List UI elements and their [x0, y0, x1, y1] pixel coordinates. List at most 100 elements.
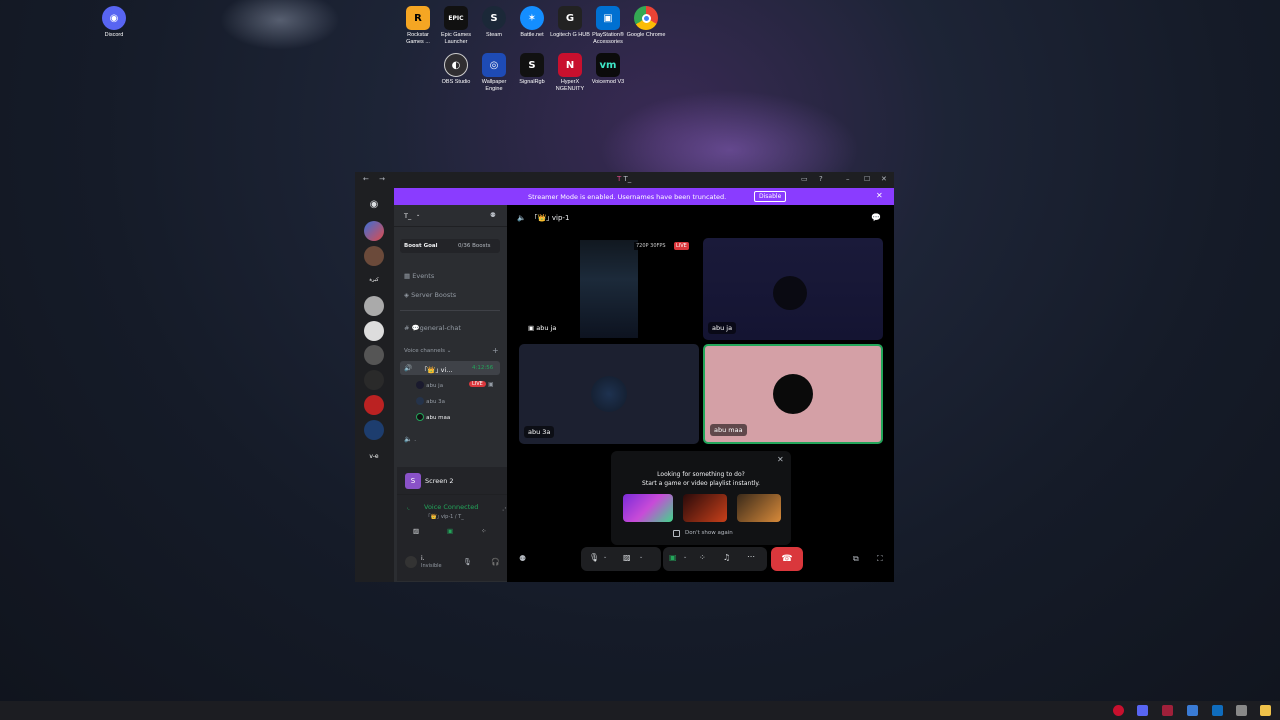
- close-button[interactable]: ✕: [881, 175, 887, 183]
- desktop-icon-hyperx[interactable]: N HyperX NGENUITY: [550, 53, 590, 93]
- minimize-button[interactable]: –: [846, 175, 850, 183]
- server-list: ◉ كبرة v-e: [355, 188, 394, 582]
- soundboard-icon[interactable]: ♫: [723, 553, 730, 562]
- wallpaper-engine-icon: ◎: [482, 53, 506, 77]
- activities-icon[interactable]: ⁘: [699, 553, 706, 562]
- headphones-icon[interactable]: 🎧: [491, 558, 500, 566]
- logitech-icon: G: [558, 6, 582, 30]
- desktop-icon-epic[interactable]: EPIC Epic Games Launcher: [436, 6, 476, 46]
- server-icon[interactable]: v-e: [364, 446, 384, 466]
- chat-icon[interactable]: 💬: [871, 213, 881, 222]
- screen-share-active-icon[interactable]: ▣: [447, 527, 453, 535]
- voice-channel-2[interactable]: 🔈 .: [404, 435, 416, 443]
- taskbar-icon[interactable]: [1212, 705, 1223, 716]
- activity-prompt: ✕ Looking for something to do? Start a g…: [611, 451, 791, 545]
- close-banner-icon[interactable]: ✕: [876, 191, 883, 200]
- server-boosts-link[interactable]: ◈ Server Boosts: [404, 291, 456, 299]
- live-badge: LIVE: [674, 242, 689, 250]
- hashtag-icon: #: [404, 324, 410, 332]
- window-title: T T_: [617, 175, 632, 183]
- taskbar-icon[interactable]: [1162, 705, 1173, 716]
- server-icon[interactable]: [364, 420, 384, 440]
- hyperx-icon: N: [558, 53, 582, 77]
- server-icon[interactable]: كبرة: [364, 270, 384, 290]
- disconnect-button[interactable]: ☎: [771, 547, 803, 571]
- inbox-icon[interactable]: ▭: [801, 175, 808, 183]
- desktop-icon-logitech[interactable]: G Logitech G HUB: [550, 6, 590, 39]
- checkbox[interactable]: [673, 530, 680, 537]
- invite-icon[interactable]: ⚉: [519, 554, 526, 563]
- desktop-icon-playstation[interactable]: ▣ PlayStation® Accessories: [588, 6, 628, 46]
- call-controls-left: 🎙 ⌄ ▨ ⌄: [581, 547, 661, 571]
- video-tile[interactable]: 720P 30FPS LIVE ▣ abu ja: [519, 238, 699, 340]
- events-link[interactable]: ▦ Events: [404, 272, 434, 280]
- server-icon[interactable]: [364, 370, 384, 390]
- desktop-icon-rockstar[interactable]: R Rockstar Games ...: [398, 6, 438, 46]
- activity-thumbnail[interactable]: [737, 494, 781, 522]
- desktop-icon-battlenet[interactable]: ✶ Battle.net: [512, 6, 552, 39]
- chevron-down-icon[interactable]: ⌄: [603, 554, 607, 560]
- server-icon[interactable]: [364, 221, 384, 241]
- disable-button[interactable]: Disable: [754, 191, 787, 202]
- server-icon[interactable]: [364, 321, 384, 341]
- voice-category[interactable]: Voice channels ⌄: [404, 348, 451, 354]
- activities-icon[interactable]: ⁘: [481, 527, 486, 535]
- steam-icon: S: [482, 6, 506, 30]
- desktop-icon-voicemod[interactable]: vm Voicemod V3: [588, 53, 628, 86]
- voice-member[interactable]: abu ja LIVE ▣: [416, 381, 494, 389]
- taskbar-icon[interactable]: [1187, 705, 1198, 716]
- close-icon[interactable]: ✕: [777, 455, 784, 464]
- add-channel-icon[interactable]: +: [492, 346, 499, 355]
- taskbar-icon[interactable]: [1236, 705, 1247, 716]
- fullscreen-icon[interactable]: ⛶: [877, 554, 883, 564]
- boost-goal[interactable]: Boost Goal 0/36 Boosts: [400, 239, 500, 253]
- chevron-down-icon[interactable]: ⌄: [683, 554, 687, 560]
- background-glow: [220, 0, 340, 50]
- speaker-icon: 🔈: [404, 435, 413, 443]
- desktop-icon-chrome[interactable]: Google Chrome: [626, 6, 666, 39]
- microphone-icon[interactable]: 🎙: [589, 553, 599, 562]
- discord-home-icon[interactable]: ◉: [364, 194, 384, 214]
- server-icon[interactable]: [364, 246, 384, 266]
- speaker-icon: 🔈: [517, 214, 526, 222]
- voice-member[interactable]: abu maa: [416, 413, 450, 421]
- voice-member[interactable]: abu 3a: [416, 397, 445, 405]
- help-icon[interactable]: ?: [819, 175, 823, 183]
- server-icon[interactable]: [364, 395, 384, 415]
- desktop-icon-discord[interactable]: ◉ Discord: [94, 6, 134, 39]
- chevron-down-icon[interactable]: ⌄: [639, 554, 643, 560]
- more-options-icon[interactable]: ⋯: [747, 552, 755, 561]
- video-tile[interactable]: abu ja: [703, 238, 883, 340]
- desktop-icon-steam[interactable]: S Steam: [474, 6, 514, 39]
- server-icon[interactable]: [364, 296, 384, 316]
- call-view: 🔈 ｢👑｣ vip-1 💬 720P 30FPS LIVE ▣ abu ja a…: [507, 205, 894, 582]
- server-header[interactable]: T_ ⌄ ⚉: [394, 205, 507, 227]
- screen-icon: ▣: [528, 324, 535, 332]
- add-member-icon[interactable]: ⚉: [490, 211, 496, 219]
- camera-off-icon[interactable]: ▨: [623, 553, 631, 562]
- divider: [400, 310, 500, 311]
- maximize-button[interactable]: ☐: [864, 175, 870, 183]
- video-tile[interactable]: abu maa: [703, 344, 883, 444]
- avatar[interactable]: [405, 556, 417, 568]
- desktop-icon-obs[interactable]: ◐ OBS Studio: [436, 53, 476, 86]
- activity-thumbnail[interactable]: [623, 494, 673, 522]
- microphone-icon[interactable]: 🎙: [463, 558, 472, 566]
- desktop-icon-wallpaper-engine[interactable]: ◎ Wallpaper Engine: [474, 53, 514, 93]
- channel-sidebar: T_ ⌄ ⚉ Boost Goal 0/36 Boosts ▦ Events ◈…: [394, 205, 543, 582]
- folder-icon[interactable]: [1260, 705, 1271, 716]
- activity-thumbnail[interactable]: [683, 494, 727, 522]
- stream-preview: [580, 240, 638, 338]
- server-icon[interactable]: [364, 345, 384, 365]
- desktop-icon-signalrgb[interactable]: S SignalRgb: [512, 53, 552, 86]
- avatar: [591, 376, 627, 412]
- nav-arrows[interactable]: ← →: [363, 175, 389, 183]
- taskbar-discord-icon[interactable]: [1137, 705, 1148, 716]
- screen-share-active-icon[interactable]: ▣: [669, 553, 677, 562]
- popout-icon[interactable]: ⧉: [853, 554, 859, 564]
- voice-channel[interactable]: 🔊 ｢👑｣ vi... 4:12:56: [400, 361, 500, 375]
- video-tile[interactable]: abu 3a: [519, 344, 699, 444]
- text-channel[interactable]: # 💬general-chat: [404, 324, 461, 332]
- taskbar-icon[interactable]: [1113, 705, 1124, 716]
- camera-off-icon[interactable]: ▨: [413, 527, 419, 535]
